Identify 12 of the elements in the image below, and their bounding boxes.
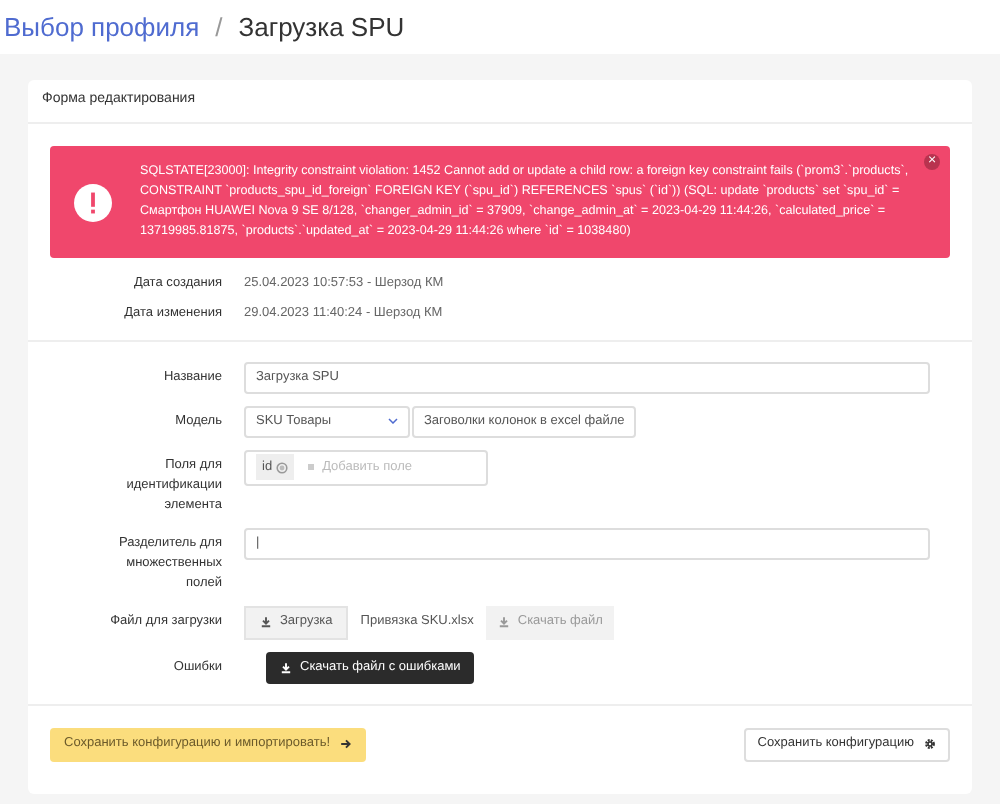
warning-icon	[74, 183, 112, 221]
breadcrumb-link[interactable]: Выбор профиля	[4, 7, 200, 47]
download-icon	[260, 616, 272, 628]
breadcrumb-separator: /	[215, 9, 223, 46]
download-icon	[280, 661, 292, 673]
remove-icon[interactable]	[276, 461, 289, 473]
chevron-down-icon	[388, 418, 398, 424]
arrow-right-icon	[340, 738, 353, 750]
download-icon	[497, 616, 510, 628]
settings-icon	[924, 738, 936, 750]
breadcrumb-current: Загрузка SPU	[238, 9, 405, 46]
bullet-icon	[308, 464, 315, 470]
